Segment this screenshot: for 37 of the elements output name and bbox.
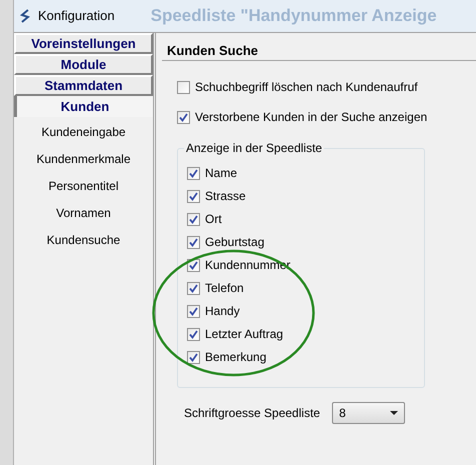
- group-title: Anzeige in der Speedliste: [184, 141, 324, 155]
- checkbox-label: Handy: [205, 303, 240, 320]
- checkbox-label: Schuchbegriff löschen nach Kundenaufruf: [195, 79, 418, 96]
- nav-section-button[interactable]: Kunden: [14, 96, 153, 117]
- checkbox-label: Name: [205, 165, 238, 182]
- nav-item[interactable]: Personentitel: [14, 172, 153, 199]
- nav-section-button[interactable]: Stammdaten: [14, 75, 153, 96]
- checkbox[interactable]: [187, 328, 200, 340]
- checkbox[interactable]: [187, 282, 200, 294]
- checkbox[interactable]: [187, 190, 200, 202]
- checkbox-label: Letzter Auftrag: [205, 326, 284, 343]
- caret-icon: [390, 411, 398, 415]
- nav-section-button[interactable]: Voreinstellungen: [14, 33, 153, 54]
- nav-item[interactable]: Kundensuche: [14, 226, 153, 253]
- checkbox[interactable]: [187, 166, 200, 180]
- checkbox-label: Ort: [205, 211, 222, 228]
- font-size-label: Schriftgroesse Speedliste: [184, 405, 320, 422]
- window-title: Konfiguration: [38, 7, 115, 26]
- checkbox[interactable]: [177, 110, 190, 124]
- nav-item[interactable]: Vornamen: [14, 199, 153, 226]
- checkbox-label: Strasse: [205, 188, 246, 205]
- checkbox[interactable]: [187, 350, 200, 364]
- checkbox[interactable]: [187, 236, 200, 248]
- nav-item[interactable]: Kundenmerkmale: [14, 145, 153, 172]
- nav-section-button[interactable]: Module: [14, 54, 153, 75]
- checkbox-label: Geburtstag: [205, 234, 264, 251]
- checkbox-label: Verstorbene Kunden in der Suche anzeigen: [195, 109, 428, 126]
- checkbox[interactable]: [177, 80, 190, 94]
- font-size-dropdown[interactable]: 8: [332, 402, 406, 424]
- checkbox-label: Telefon: [205, 280, 244, 297]
- checkbox-label: Bemerkung: [205, 349, 266, 366]
- background-window-title: Speedliste "Handynummer Anzeige: [150, 5, 437, 28]
- checkbox[interactable]: [187, 212, 200, 226]
- nav-item[interactable]: Kundeneingabe: [14, 118, 153, 145]
- checkbox[interactable]: [187, 304, 200, 318]
- app-logo-icon: [18, 8, 32, 24]
- panel-title: Kunden Suche: [162, 33, 476, 61]
